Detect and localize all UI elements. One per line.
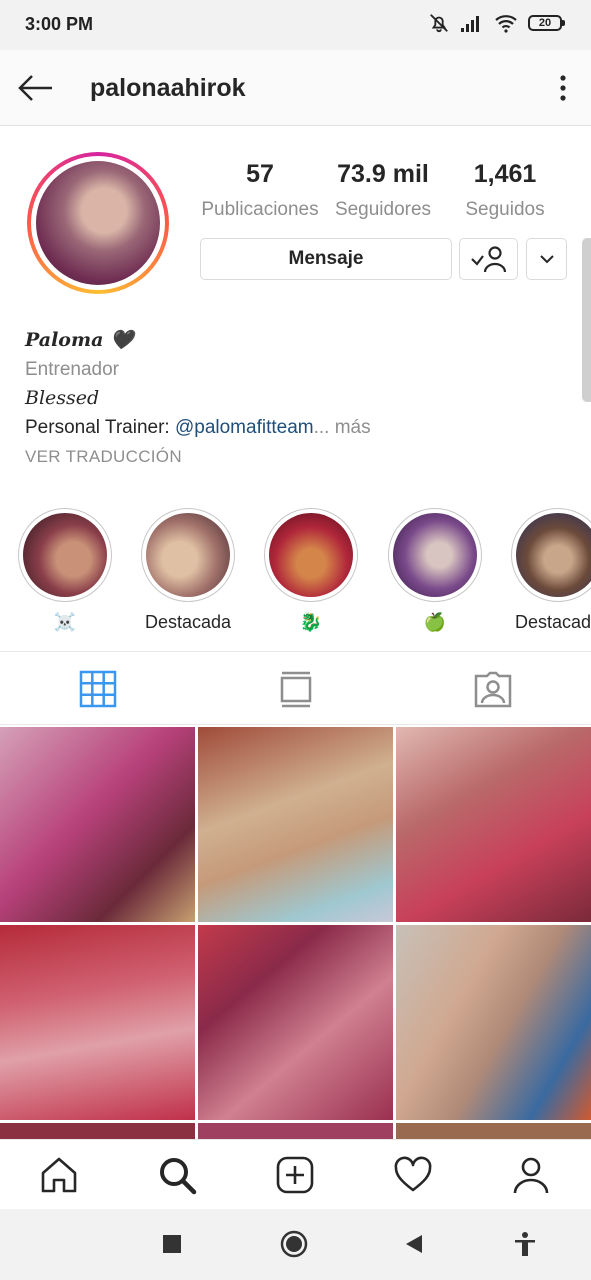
mute-icon	[430, 14, 448, 33]
chevron-down-icon	[539, 255, 554, 264]
posts-label: Publicaciones	[201, 199, 319, 220]
profile-avatar[interactable]	[27, 152, 169, 294]
post-thumbnail[interactable]	[198, 1123, 393, 1139]
heart-icon[interactable]	[391, 1153, 435, 1197]
avatar-photo	[36, 161, 160, 285]
highlight-item[interactable]: 🐉	[261, 508, 361, 633]
see-translation-link[interactable]: VER TRADUCCIÓN	[25, 442, 565, 471]
post-thumbnail[interactable]	[0, 925, 195, 1120]
header-username: palonaahirok	[90, 74, 246, 102]
recent-apps-icon[interactable]	[157, 1229, 187, 1259]
battery-icon: 20	[528, 15, 565, 31]
highlight-cover	[516, 513, 591, 597]
followers-label: Seguidores	[334, 199, 432, 220]
highlight-cover	[269, 513, 353, 597]
bio-text: Personal Trainer: @palomafitteam... más	[25, 413, 565, 442]
post-thumbnail[interactable]	[0, 727, 195, 922]
add-icon[interactable]	[273, 1153, 317, 1197]
following-check-icon	[470, 246, 506, 273]
highlight-cover	[393, 513, 477, 597]
post-thumbnail[interactable]	[396, 727, 591, 922]
highlight-item[interactable]: 🍏	[385, 508, 485, 633]
bio-more-link[interactable]: ... más	[314, 417, 371, 438]
highlight-item[interactable]: Destacada	[508, 508, 591, 633]
profile-header: palonaahirok	[0, 50, 591, 126]
profile-tabs	[0, 651, 591, 725]
following-button[interactable]	[459, 238, 518, 280]
system-navigation-bar	[0, 1209, 591, 1280]
stat-posts[interactable]: 57 Publicaciones	[200, 160, 320, 221]
following-count: 1,461	[473, 160, 537, 188]
post-thumbnail[interactable]	[396, 1123, 591, 1139]
highlight-label: 🍏	[423, 612, 447, 632]
highlight-label: Destacada	[514, 612, 591, 632]
bottom-navigation	[0, 1139, 591, 1209]
story-highlights: ☠️ Destacada 🐉 🍏 Destacada	[0, 508, 591, 638]
accessibility-icon[interactable]	[510, 1229, 540, 1259]
message-button[interactable]: Mensaje	[200, 238, 452, 280]
search-icon[interactable]	[155, 1153, 199, 1197]
posts-grid	[0, 727, 591, 1139]
post-thumbnail[interactable]	[396, 925, 591, 1120]
post-thumbnail[interactable]	[198, 727, 393, 922]
highlight-cover	[146, 513, 230, 597]
signal-icon	[461, 16, 479, 32]
home-icon[interactable]	[37, 1153, 81, 1197]
post-thumbnail[interactable]	[0, 1123, 195, 1139]
back-triangle-icon[interactable]	[399, 1229, 429, 1259]
highlight-item[interactable]: ☠️	[15, 508, 115, 633]
following-label: Seguidos	[465, 199, 545, 220]
bio-mention-link[interactable]: @palomafitteam	[175, 417, 314, 438]
highlight-cover	[23, 513, 107, 597]
grid-icon[interactable]	[78, 670, 118, 708]
profile-category: Entrenador	[25, 359, 120, 380]
highlight-label: ☠️	[53, 612, 77, 632]
stat-followers[interactable]: 73.9 mil Seguidores	[323, 160, 443, 221]
battery-level: 20	[528, 15, 562, 31]
scrollbar[interactable]	[582, 238, 591, 402]
profile-name: Paloma 🖤	[25, 329, 134, 351]
profile-tagline: Blessed	[25, 387, 100, 409]
status-icons: 20	[428, 12, 565, 34]
highlight-label: 🐉	[299, 612, 323, 632]
bio-prefix: Personal Trainer:	[25, 417, 175, 438]
suggestions-dropdown-button[interactable]	[526, 238, 567, 280]
highlight-label: Destacada	[144, 612, 232, 632]
status-bar: 3:00 PM 20	[0, 0, 591, 50]
profile-bio: Paloma 🖤 Entrenador Blessed Personal Tra…	[25, 326, 565, 471]
post-thumbnail[interactable]	[198, 925, 393, 1120]
feed-icon[interactable]	[276, 670, 316, 708]
back-arrow-icon[interactable]	[16, 70, 56, 106]
wifi-icon	[495, 15, 517, 33]
profile-icon[interactable]	[509, 1153, 553, 1197]
posts-count: 57	[246, 160, 274, 188]
followers-count: 73.9 mil	[337, 160, 429, 188]
status-time: 3:00 PM	[25, 14, 94, 34]
home-circle-icon[interactable]	[279, 1229, 309, 1259]
highlight-item[interactable]: Destacada	[138, 508, 238, 633]
more-vertical-icon[interactable]	[553, 70, 573, 106]
tagged-icon[interactable]	[473, 670, 513, 708]
stat-following[interactable]: 1,461 Seguidos	[445, 160, 565, 221]
